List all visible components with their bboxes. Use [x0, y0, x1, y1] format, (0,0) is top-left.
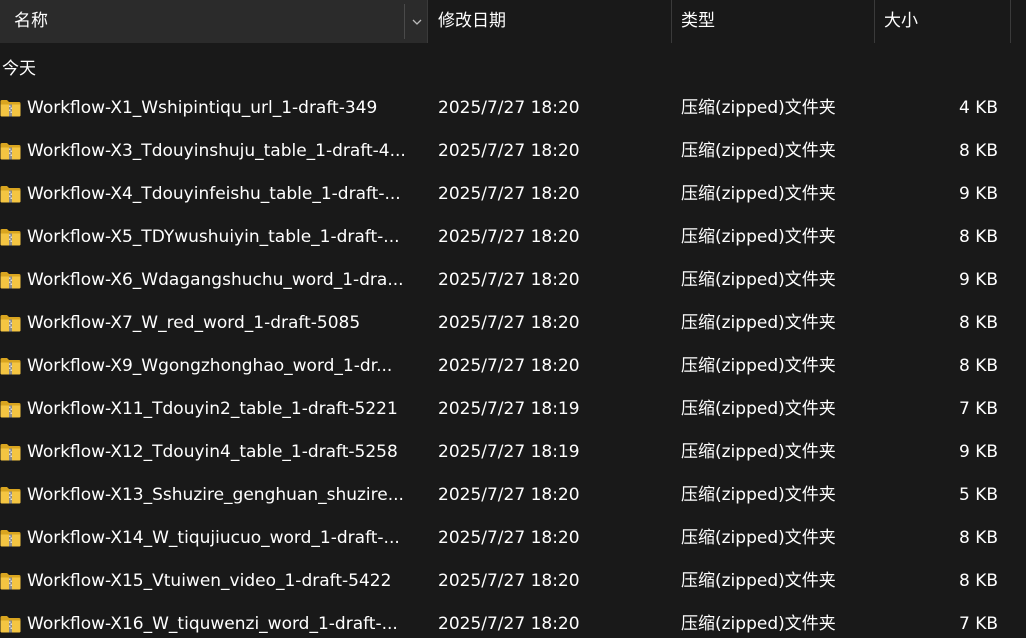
file-name: Workflow-X16_W_tiquwenzi_word_1-draft-..… — [27, 614, 398, 634]
file-type: 压缩(zipped)文件夹 — [681, 313, 836, 333]
file-row[interactable]: Workflow-X4_Tdouyinfeishu_table_1-draft-… — [0, 173, 1026, 216]
file-name: Workflow-X7_W_red_word_1-draft-5085 — [27, 313, 361, 333]
column-header-size[interactable]: 大小 — [875, 0, 1011, 43]
file-type: 压缩(zipped)文件夹 — [681, 270, 836, 290]
sort-ascending-icon: ^ — [210, 0, 221, 9]
chevron-down-icon — [412, 19, 421, 25]
column-header-name[interactable]: 名称 ^ — [0, 0, 428, 43]
file-modified-date: 2025/7/27 18:19 — [438, 399, 580, 419]
zip-folder-icon — [0, 99, 21, 117]
file-size: 7 KB — [958, 614, 998, 634]
file-modified-date: 2025/7/27 18:20 — [438, 528, 580, 548]
file-modified-date: 2025/7/27 18:20 — [438, 270, 580, 290]
zip-folder-icon — [0, 185, 21, 203]
file-type: 压缩(zipped)文件夹 — [681, 141, 836, 161]
file-row[interactable]: Workflow-X6_Wdagangshuchu_word_1-dra... … — [0, 259, 1026, 302]
file-modified-date: 2025/7/27 18:20 — [438, 98, 580, 118]
file-modified-date: 2025/7/27 18:20 — [438, 485, 580, 505]
zip-folder-icon — [0, 615, 21, 633]
file-row[interactable]: Workflow-X11_Tdouyin2_table_1-draft-5221… — [0, 388, 1026, 431]
zip-folder-icon — [0, 486, 21, 504]
file-type: 压缩(zipped)文件夹 — [681, 399, 836, 419]
file-size: 8 KB — [958, 528, 998, 548]
group-header-today[interactable]: 今天 — [2, 57, 36, 81]
zip-folder-icon — [0, 271, 21, 289]
file-size: 9 KB — [958, 270, 998, 290]
zip-folder-icon — [0, 228, 21, 246]
file-row[interactable]: Workflow-X3_Tdouyinshuju_table_1-draft-4… — [0, 130, 1026, 173]
column-header-bar: 名称 ^ 修改日期 类型 大小 — [0, 0, 1026, 43]
file-type: 压缩(zipped)文件夹 — [681, 442, 836, 462]
file-type: 压缩(zipped)文件夹 — [681, 571, 836, 591]
file-modified-date: 2025/7/27 18:20 — [438, 141, 580, 161]
file-modified-date: 2025/7/27 18:20 — [438, 614, 580, 634]
file-row[interactable]: Workflow-X1_Wshipintiqu_url_1-draft-349 … — [0, 87, 1026, 130]
file-modified-date: 2025/7/27 18:19 — [438, 442, 580, 462]
file-name: Workflow-X15_Vtuiwen_video_1-draft-5422 — [27, 571, 392, 591]
file-name: Workflow-X4_Tdouyinfeishu_table_1-draft-… — [27, 184, 401, 204]
file-name: Workflow-X11_Tdouyin2_table_1-draft-5221 — [27, 399, 398, 419]
file-row[interactable]: Workflow-X14_W_tiqujiucuo_word_1-draft-.… — [0, 517, 1026, 560]
file-row[interactable]: Workflow-X5_TDYwushuiyin_table_1-draft-.… — [0, 216, 1026, 259]
zip-folder-icon — [0, 572, 21, 590]
file-list: Workflow-X1_Wshipintiqu_url_1-draft-349 … — [0, 87, 1026, 638]
file-type: 压缩(zipped)文件夹 — [681, 528, 836, 548]
file-name: Workflow-X14_W_tiqujiucuo_word_1-draft-.… — [27, 528, 400, 548]
file-type: 压缩(zipped)文件夹 — [681, 227, 836, 247]
file-size: 9 KB — [958, 184, 998, 204]
file-size: 8 KB — [958, 227, 998, 247]
file-row[interactable]: Workflow-X9_Wgongzhonghao_word_1-dr... 2… — [0, 345, 1026, 388]
file-modified-date: 2025/7/27 18:20 — [438, 356, 580, 376]
column-header-name-label: 名称 — [14, 11, 48, 31]
file-size: 8 KB — [958, 141, 998, 161]
file-size: 8 KB — [958, 313, 998, 333]
zip-folder-icon — [0, 314, 21, 332]
file-size: 9 KB — [958, 442, 998, 462]
file-size: 8 KB — [958, 571, 998, 591]
file-name: Workflow-X13_Sshuzire_genghuan_shuzire..… — [27, 485, 404, 505]
zip-folder-icon — [0, 357, 21, 375]
column-header-size-label: 大小 — [884, 11, 918, 31]
zip-folder-icon — [0, 529, 21, 547]
file-name: Workflow-X9_Wgongzhonghao_word_1-dr... — [27, 356, 393, 376]
file-name: Workflow-X1_Wshipintiqu_url_1-draft-349 — [27, 98, 378, 118]
file-type: 压缩(zipped)文件夹 — [681, 356, 836, 376]
file-type: 压缩(zipped)文件夹 — [681, 485, 836, 505]
file-type: 压缩(zipped)文件夹 — [681, 184, 836, 204]
file-name: Workflow-X3_Tdouyinshuju_table_1-draft-4… — [27, 141, 406, 161]
file-type: 压缩(zipped)文件夹 — [681, 98, 836, 118]
file-row[interactable]: Workflow-X15_Vtuiwen_video_1-draft-5422 … — [0, 560, 1026, 603]
column-filter-dropdown-button[interactable] — [404, 4, 428, 39]
column-header-date-label: 修改日期 — [438, 11, 506, 31]
column-header-type[interactable]: 类型 — [672, 0, 875, 43]
column-header-type-label: 类型 — [681, 11, 715, 31]
file-size: 4 KB — [958, 98, 998, 118]
file-row[interactable]: Workflow-X16_W_tiquwenzi_word_1-draft-..… — [0, 603, 1026, 638]
file-modified-date: 2025/7/27 18:20 — [438, 571, 580, 591]
file-row[interactable]: Workflow-X13_Sshuzire_genghuan_shuzire..… — [0, 474, 1026, 517]
file-row[interactable]: Workflow-X7_W_red_word_1-draft-5085 2025… — [0, 302, 1026, 345]
file-modified-date: 2025/7/27 18:20 — [438, 313, 580, 333]
file-name: Workflow-X12_Tdouyin4_table_1-draft-5258 — [27, 442, 398, 462]
column-header-date[interactable]: 修改日期 — [429, 0, 672, 43]
zip-folder-icon — [0, 400, 21, 418]
file-size: 7 KB — [958, 399, 998, 419]
file-modified-date: 2025/7/27 18:20 — [438, 227, 580, 247]
zip-folder-icon — [0, 142, 21, 160]
file-explorer-window: 名称 ^ 修改日期 类型 大小 今天 Workflow-X1_Wshipinti… — [0, 0, 1026, 638]
file-size: 5 KB — [958, 485, 998, 505]
file-row[interactable]: Workflow-X12_Tdouyin4_table_1-draft-5258… — [0, 431, 1026, 474]
file-type: 压缩(zipped)文件夹 — [681, 614, 836, 634]
file-modified-date: 2025/7/27 18:20 — [438, 184, 580, 204]
file-name: Workflow-X6_Wdagangshuchu_word_1-dra... — [27, 270, 404, 290]
file-size: 8 KB — [958, 356, 998, 376]
file-name: Workflow-X5_TDYwushuiyin_table_1-draft-.… — [27, 227, 400, 247]
zip-folder-icon — [0, 443, 21, 461]
